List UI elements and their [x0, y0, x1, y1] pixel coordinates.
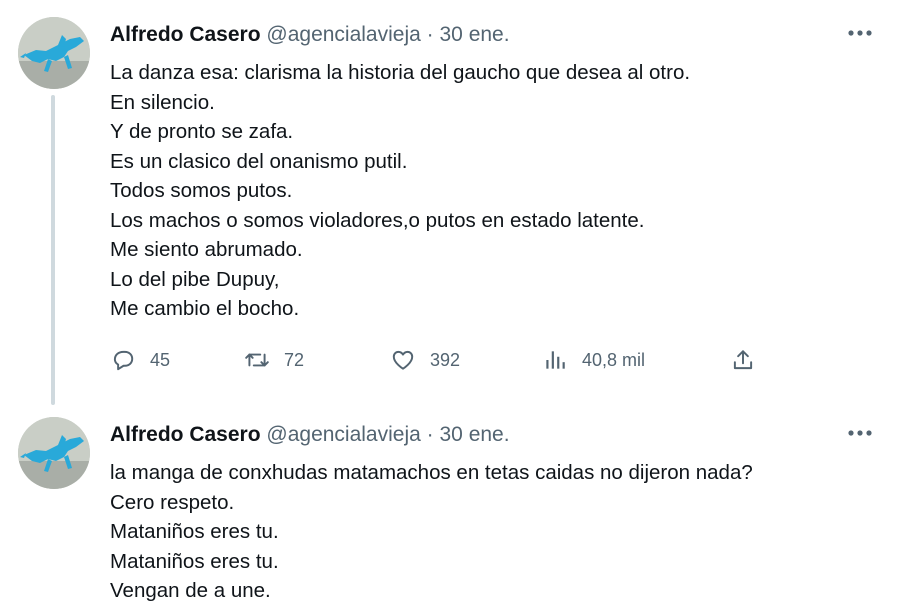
- tweet-text-line: En silencio.: [110, 90, 215, 114]
- retweet-icon: [245, 353, 269, 367]
- thread-line: [51, 95, 55, 405]
- more-options-button[interactable]: [842, 418, 878, 448]
- retweet-button[interactable]: 72: [244, 344, 304, 376]
- reply-button[interactable]: 45: [110, 344, 170, 376]
- tweet-text-line: Vengan de a une.: [110, 579, 271, 602]
- more-options-button[interactable]: [842, 18, 878, 48]
- like-icon: [392, 350, 414, 370]
- tweet-text-line: Es un clasico del onanismo putil.: [110, 149, 408, 173]
- more-horizontal-icon: [848, 30, 872, 36]
- avatar-image: [18, 17, 90, 89]
- tweet-actions: 45 72 392 40,8 mil: [110, 344, 770, 376]
- more-horizontal-icon: [848, 430, 872, 436]
- like-count: 392: [430, 349, 461, 370]
- separator-dot: ·: [426, 23, 434, 46]
- tweet-text-line: Y de pronto se zafa.: [110, 120, 294, 143]
- author-name[interactable]: Alfredo Casero: [110, 423, 261, 446]
- tweet-text-line: Los machos o somos violadores,o putos en…: [110, 208, 645, 232]
- share-icon: [733, 350, 753, 370]
- avatar[interactable]: [18, 417, 90, 489]
- author-handle[interactable]: @agencialavieja: [266, 23, 420, 46]
- tweet-text-line: Mataniños eres tu.: [110, 520, 279, 543]
- tweet-text: la manga de conxhudas matamachos en teta…: [110, 458, 753, 606]
- separator-dot: ·: [426, 423, 434, 446]
- views-icon: [546, 351, 565, 369]
- tweet-text-line: Lo del pibe Dupuy,: [110, 267, 280, 291]
- avatar[interactable]: [18, 17, 90, 89]
- tweet-text-line: la manga de conxhudas matamachos en teta…: [110, 461, 753, 484]
- share-button[interactable]: [730, 344, 756, 376]
- tweet-header: Alfredo Casero @agencialavieja · 30 ene.: [110, 22, 510, 48]
- author-name[interactable]: Alfredo Casero: [110, 23, 261, 46]
- tweet-date[interactable]: 30 ene.: [440, 23, 510, 46]
- reply-icon: [113, 350, 134, 371]
- tweet[interactable]: Alfredo Casero @agencialavieja · 30 ene.…: [0, 0, 900, 405]
- tweet-text: La danza esa: clarisma la historia del g…: [110, 58, 690, 324]
- views-count: 40,8 mil: [582, 349, 646, 370]
- tweet-text-line: Mataniños eres tu.: [110, 549, 279, 573]
- tweet[interactable]: Alfredo Casero @agencialavieja · 30 ene.…: [0, 400, 900, 602]
- author-handle[interactable]: @agencialavieja: [266, 423, 420, 446]
- avatar-image: [18, 417, 90, 489]
- tweet-text-line: Cero respeto.: [110, 490, 235, 514]
- like-button[interactable]: 392: [390, 344, 460, 376]
- tweet-text-line: Me cambio el bocho.: [110, 297, 300, 320]
- views-button[interactable]: 40,8 mil: [542, 344, 645, 376]
- tweet-date[interactable]: 30 ene.: [440, 423, 510, 446]
- tweet-text-line: La danza esa: clarisma la historia del g…: [110, 61, 691, 84]
- reply-count: 45: [150, 349, 171, 370]
- tweet-header: Alfredo Casero @agencialavieja · 30 ene.: [110, 422, 510, 448]
- retweet-count: 72: [284, 349, 305, 370]
- tweet-text-line: Me siento abrumado.: [110, 238, 303, 261]
- tweet-text-line: Todos somos putos.: [110, 179, 293, 202]
